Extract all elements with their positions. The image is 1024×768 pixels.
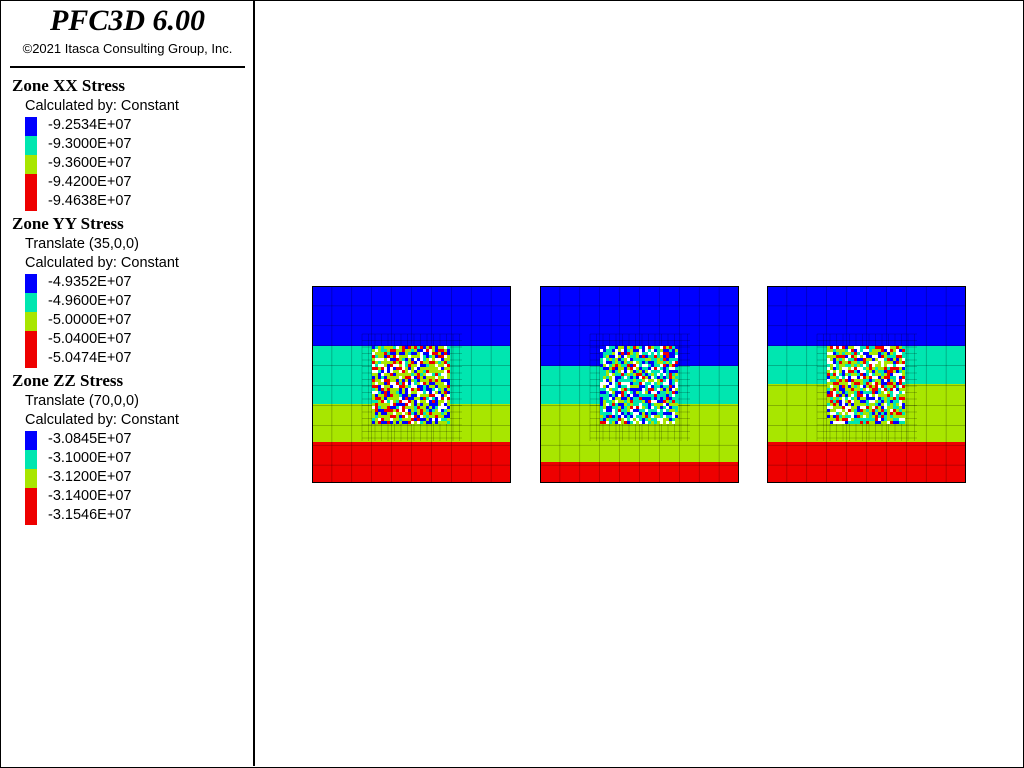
legend-title-zz: Zone ZZ Stress	[12, 371, 124, 390]
legend-zz-value-3: -3.1200E+07	[48, 469, 132, 485]
app-title: PFC3D 6.00	[49, 4, 205, 37]
legend-zz-value-4: -3.1400E+07	[48, 488, 132, 504]
particle-sample	[827, 346, 905, 424]
contour-panel-xx	[312, 286, 511, 483]
particle-sample	[372, 346, 450, 424]
legend-yy-value-3: -5.0000E+07	[48, 312, 132, 328]
legend-zz-swatch-1	[25, 431, 37, 450]
zone-yy-stress-plot	[540, 286, 739, 483]
legend-zz-calculated: Calculated by: Constant	[25, 412, 179, 428]
legend-yy-swatch-2	[25, 293, 37, 312]
legend-zz-value-1: -3.0845E+07	[48, 431, 132, 447]
copyright-text: ©2021 Itasca Consulting Group, Inc.	[22, 41, 233, 56]
legend-title-yy: Zone YY Stress	[12, 214, 124, 233]
legend-zz-swatch-4	[25, 488, 37, 525]
legend-yy-swatch-1	[25, 274, 37, 293]
zone-zz-stress-plot	[767, 286, 966, 483]
legend-title-xx: Zone XX Stress	[12, 76, 126, 95]
legend-xx-value-2: -9.3000E+07	[48, 136, 132, 152]
zone-xx-stress-plot	[312, 286, 511, 483]
legend-zz-swatch-2	[25, 450, 37, 469]
plot-view[interactable]	[257, 1, 1022, 766]
legend-xx-value-1: -9.2534E+07	[48, 117, 132, 133]
legend-panel: PFC3D 6.00 ©2021 Itasca Consulting Group…	[0, 0, 255, 766]
contour-panel-yy	[540, 286, 739, 483]
legend-yy-calculated: Calculated by: Constant	[25, 255, 179, 271]
legend-zz-translate: Translate (70,0,0)	[25, 393, 139, 409]
title-divider	[10, 66, 245, 68]
legend-zz-value-5: -3.1546E+07	[48, 507, 132, 523]
particle-sample	[600, 346, 678, 424]
legend-yy-translate: Translate (35,0,0)	[25, 236, 139, 252]
legend-zz-value-2: -3.1000E+07	[48, 450, 132, 466]
legend-zz-swatch-3	[25, 469, 37, 488]
legend-xx-swatch-3	[25, 155, 37, 174]
legend-xx-swatch-2	[25, 136, 37, 155]
legend-xx-value-3: -9.3600E+07	[48, 155, 132, 171]
legend-yy-swatch-3	[25, 312, 37, 331]
legend-yy-value-1: -4.9352E+07	[48, 274, 132, 290]
legend-xx-value-4: -9.4200E+07	[48, 174, 132, 190]
legend-xx-swatch-4	[25, 174, 37, 211]
legend-xx-value-5: -9.4638E+07	[48, 193, 132, 209]
legend-yy-value-5: -5.0474E+07	[48, 350, 132, 366]
legend-yy-value-4: -5.0400E+07	[48, 331, 132, 347]
legend-xx-swatch-1	[25, 117, 37, 136]
legend-yy-value-2: -4.9600E+07	[48, 293, 132, 309]
legend-xx-calculated: Calculated by: Constant	[25, 98, 179, 114]
contour-panel-zz	[767, 286, 966, 483]
legend-yy-swatch-4	[25, 331, 37, 368]
